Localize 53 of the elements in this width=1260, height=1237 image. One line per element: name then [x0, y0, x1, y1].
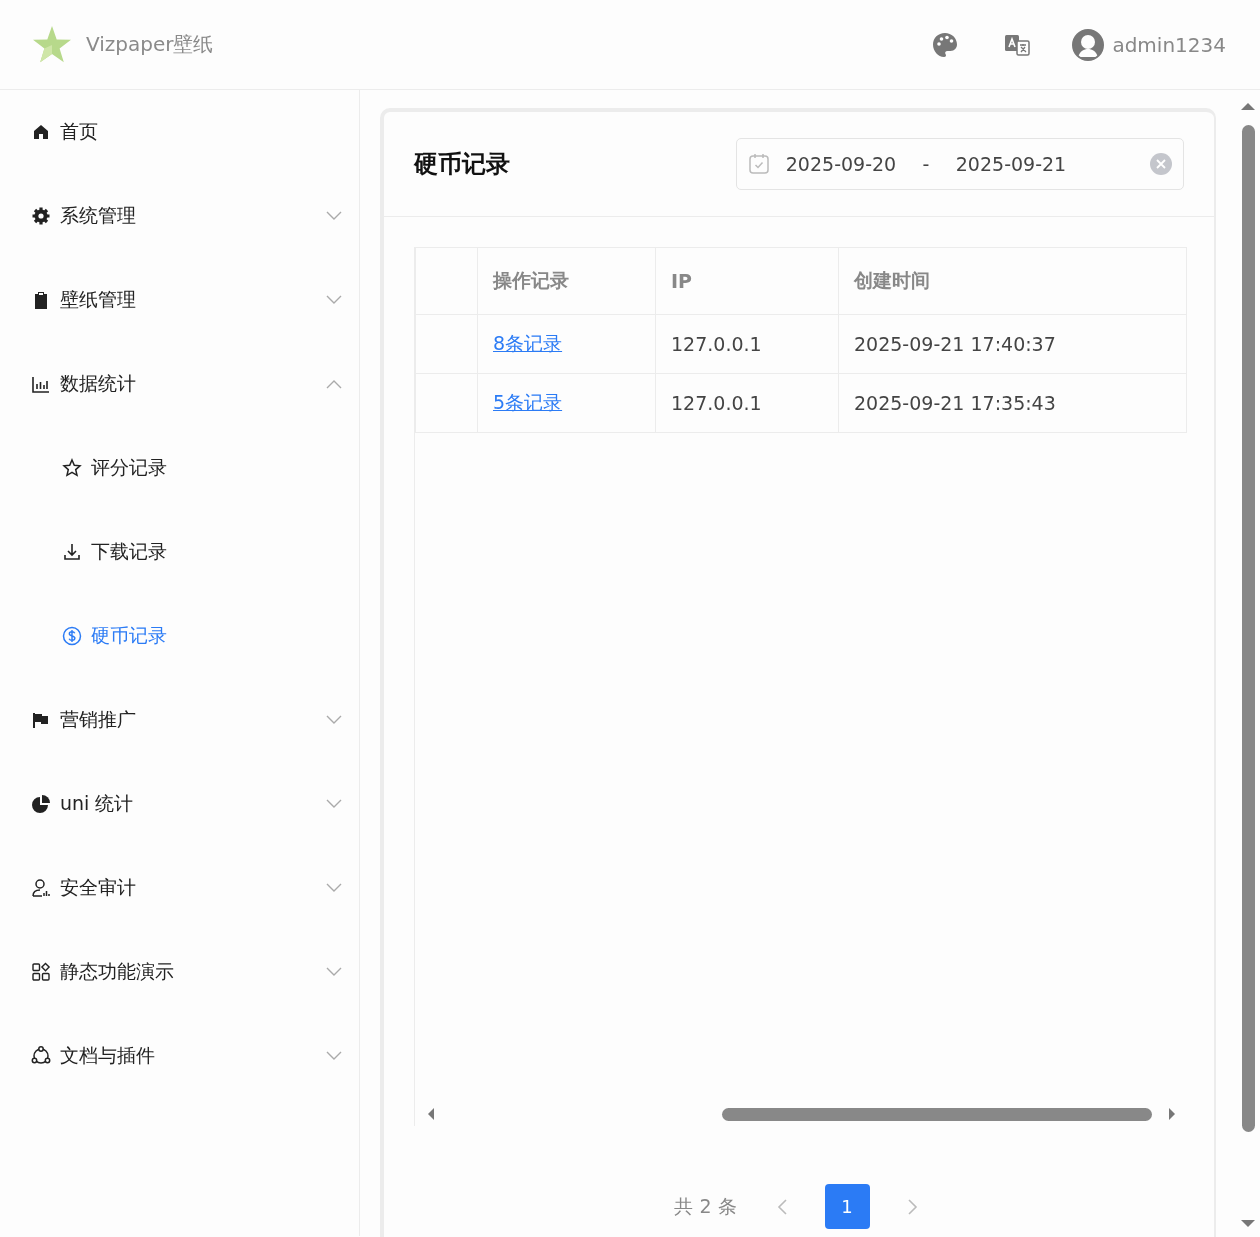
- download-icon: [62, 542, 82, 562]
- menu-group[interactable]: 营销推广: [0, 678, 359, 762]
- page-title: 硬币记录: [414, 149, 511, 180]
- scrollbar-thumb[interactable]: [722, 1107, 1152, 1121]
- chevron-down-icon: [325, 882, 343, 894]
- column-header: IP: [655, 247, 839, 315]
- chevron-down-icon: [325, 294, 343, 306]
- page-button[interactable]: 1: [824, 1184, 870, 1229]
- star-icon: [62, 458, 82, 478]
- dollar-coin-icon: [62, 626, 82, 646]
- record-link[interactable]: 8条记录: [493, 332, 563, 354]
- chevron-up-icon: [325, 378, 343, 390]
- total-count: 共 2 条: [674, 1193, 737, 1219]
- grid-icon: [31, 962, 51, 982]
- calendar-icon: [747, 152, 771, 176]
- table-cell: 127.0.0.1: [655, 373, 839, 433]
- chevron-down-icon: [325, 714, 343, 726]
- scrollbar-thumb[interactable]: [1241, 125, 1255, 1132]
- scroll-down-icon[interactable]: [1240, 1218, 1256, 1230]
- star-logo-icon: [32, 24, 72, 65]
- menu-group[interactable]: 静态功能演示: [0, 930, 359, 1014]
- menu-group[interactable]: 数据统计: [0, 342, 359, 426]
- column-header: 创建时间: [838, 247, 1187, 315]
- flag-icon: [31, 710, 51, 730]
- menu-group[interactable]: 文档与插件: [0, 1014, 359, 1098]
- menu-group[interactable]: uni 统计: [0, 762, 359, 846]
- submenu-item[interactable]: 硬币记录: [0, 594, 359, 678]
- submenu-item[interactable]: 下载记录: [0, 510, 359, 594]
- record-link[interactable]: 5条记录: [493, 391, 563, 413]
- chevron-down-icon: [325, 210, 343, 222]
- table-cell: 127.0.0.1: [655, 314, 839, 374]
- chevron-down-icon: [325, 798, 343, 810]
- table-cell: 2025-09-21 17:35:43: [838, 373, 1187, 433]
- submenu-item[interactable]: 评分记录: [0, 426, 359, 510]
- column-header: 操作记录: [477, 247, 656, 315]
- menu-group[interactable]: 安全审计: [0, 846, 359, 930]
- chevron-down-icon: [325, 966, 343, 978]
- user-avatar-icon[interactable]: [1072, 28, 1105, 61]
- brand-name: Vizpaper壁纸: [86, 31, 214, 58]
- home-icon: [31, 122, 51, 142]
- bar-chart-icon: [31, 374, 51, 394]
- user-chart-icon: [31, 878, 51, 898]
- menu-group[interactable]: 系统管理: [0, 174, 359, 258]
- menu-group[interactable]: 壁纸管理: [0, 258, 359, 342]
- scroll-up-icon[interactable]: [1240, 100, 1256, 112]
- pie-chart-icon: [31, 794, 51, 814]
- table-cell: 2025-09-21 17:40:37: [838, 314, 1187, 374]
- settings-icon: [31, 206, 51, 226]
- menu-item[interactable]: 首页: [0, 90, 359, 174]
- nodes-icon: [31, 1046, 51, 1066]
- date-range-field[interactable]: 2025-09-20 - 2025-09-21: [736, 138, 1184, 190]
- chevron-down-icon: [325, 1050, 343, 1062]
- scroll-right-icon[interactable]: [1166, 1106, 1178, 1122]
